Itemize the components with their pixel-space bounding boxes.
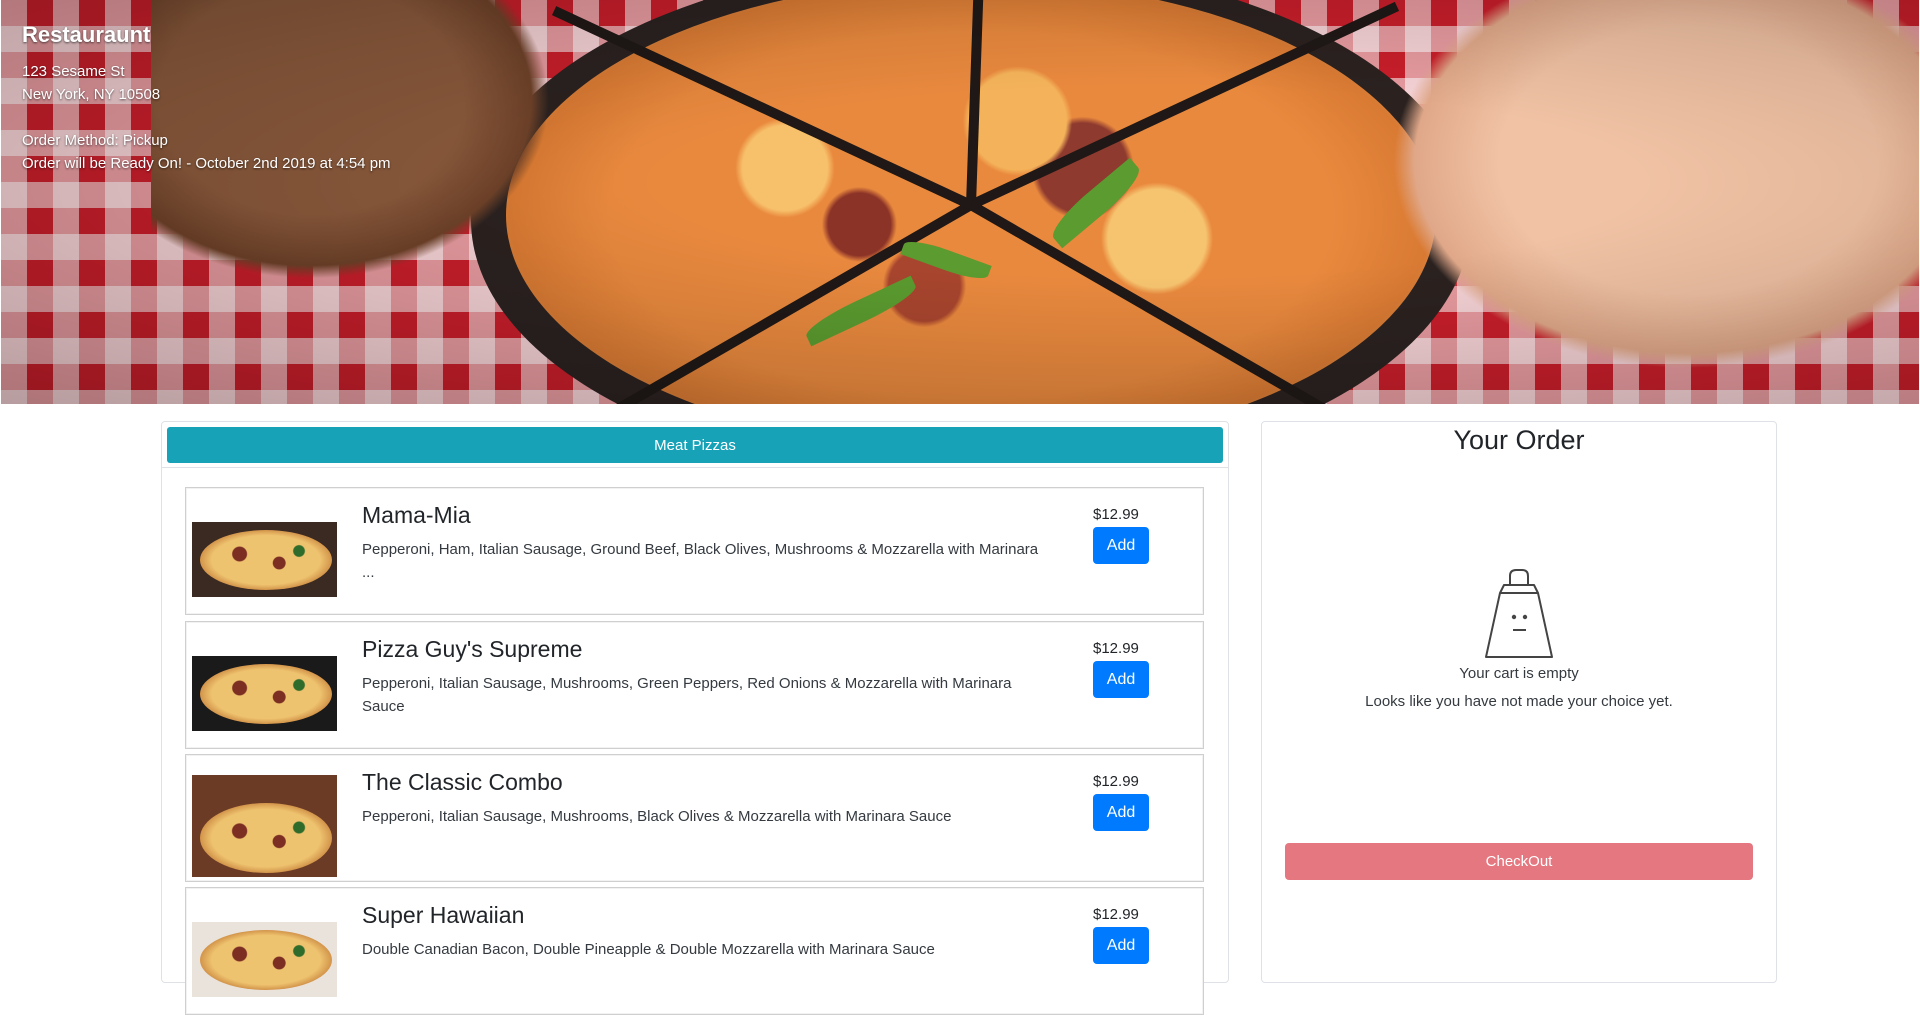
- add-to-cart-button[interactable]: Add: [1093, 794, 1149, 831]
- menu-item-card: The Classic Combo Pepperoni, Italian Sau…: [185, 754, 1204, 882]
- add-to-cart-button[interactable]: Add: [1093, 661, 1149, 698]
- item-name: Pizza Guy's Supreme: [362, 636, 583, 662]
- item-name: Super Hawaiian: [362, 902, 525, 928]
- order-panel: Your Order Your cart is empty Looks like…: [1261, 421, 1777, 983]
- menu-item-card: Super Hawaiian Double Canadian Bacon, Do…: [185, 887, 1204, 1015]
- menu-panel: Meat Pizzas Mama-Mia Pepperoni, Ham, Ita…: [161, 421, 1229, 1015]
- item-description: Double Canadian Bacon, Double Pineapple …: [362, 941, 935, 958]
- item-price: $12.99: [1093, 906, 1139, 923]
- item-name: The Classic Combo: [362, 769, 563, 795]
- item-description: Pepperoni, Italian Sausage, Mushrooms, B…: [362, 808, 952, 825]
- pizza-thumbnail: [192, 522, 337, 597]
- menu-item-card: Pizza Guy's Supreme Pepperoni, Italian S…: [185, 621, 1204, 749]
- restaurant-name: Restauraunt: [22, 22, 151, 47]
- add-to-cart-button[interactable]: Add: [1093, 527, 1149, 564]
- item-price: $12.99: [1093, 640, 1139, 657]
- restaurant-info: Restauraunt 123 Sesame St New York, NY 1…: [22, 22, 391, 175]
- item-price: $12.99: [1093, 773, 1139, 790]
- cart-empty-title: Your cart is empty: [1459, 665, 1579, 682]
- order-title: Your Order: [1453, 425, 1585, 455]
- item-description: Pepperoni, Ham, Italian Sausage, Ground …: [362, 541, 1039, 581]
- cart-empty-hint: Looks like you have not made your choice…: [1365, 693, 1673, 710]
- address-line-1: 123 Sesame St: [22, 63, 125, 80]
- add-to-cart-button[interactable]: Add: [1093, 927, 1149, 964]
- ready-time: Order will be Ready On! - October 2nd 20…: [22, 155, 391, 172]
- hero-banner: Restauraunt 123 Sesame St New York, NY 1…: [1, 0, 1919, 404]
- address-line-2: New York, NY 10508: [22, 86, 161, 103]
- pizza-thumbnail: [192, 656, 337, 731]
- pizza-thumbnail: [192, 775, 337, 877]
- checkout-button[interactable]: CheckOut: [1285, 843, 1753, 880]
- divider: [162, 467, 1228, 468]
- order-method: Order Method: Pickup: [22, 132, 168, 149]
- shopping-bag-icon: [1485, 569, 1553, 658]
- item-price: $12.99: [1093, 506, 1139, 523]
- pizza-thumbnail: [192, 922, 337, 997]
- item-name: Mama-Mia: [362, 502, 471, 528]
- category-header-meat-pizzas[interactable]: Meat Pizzas: [167, 427, 1223, 463]
- menu-item-card: Mama-Mia Pepperoni, Ham, Italian Sausage…: [185, 487, 1204, 615]
- item-description: Pepperoni, Italian Sausage, Mushrooms, G…: [362, 675, 1012, 715]
